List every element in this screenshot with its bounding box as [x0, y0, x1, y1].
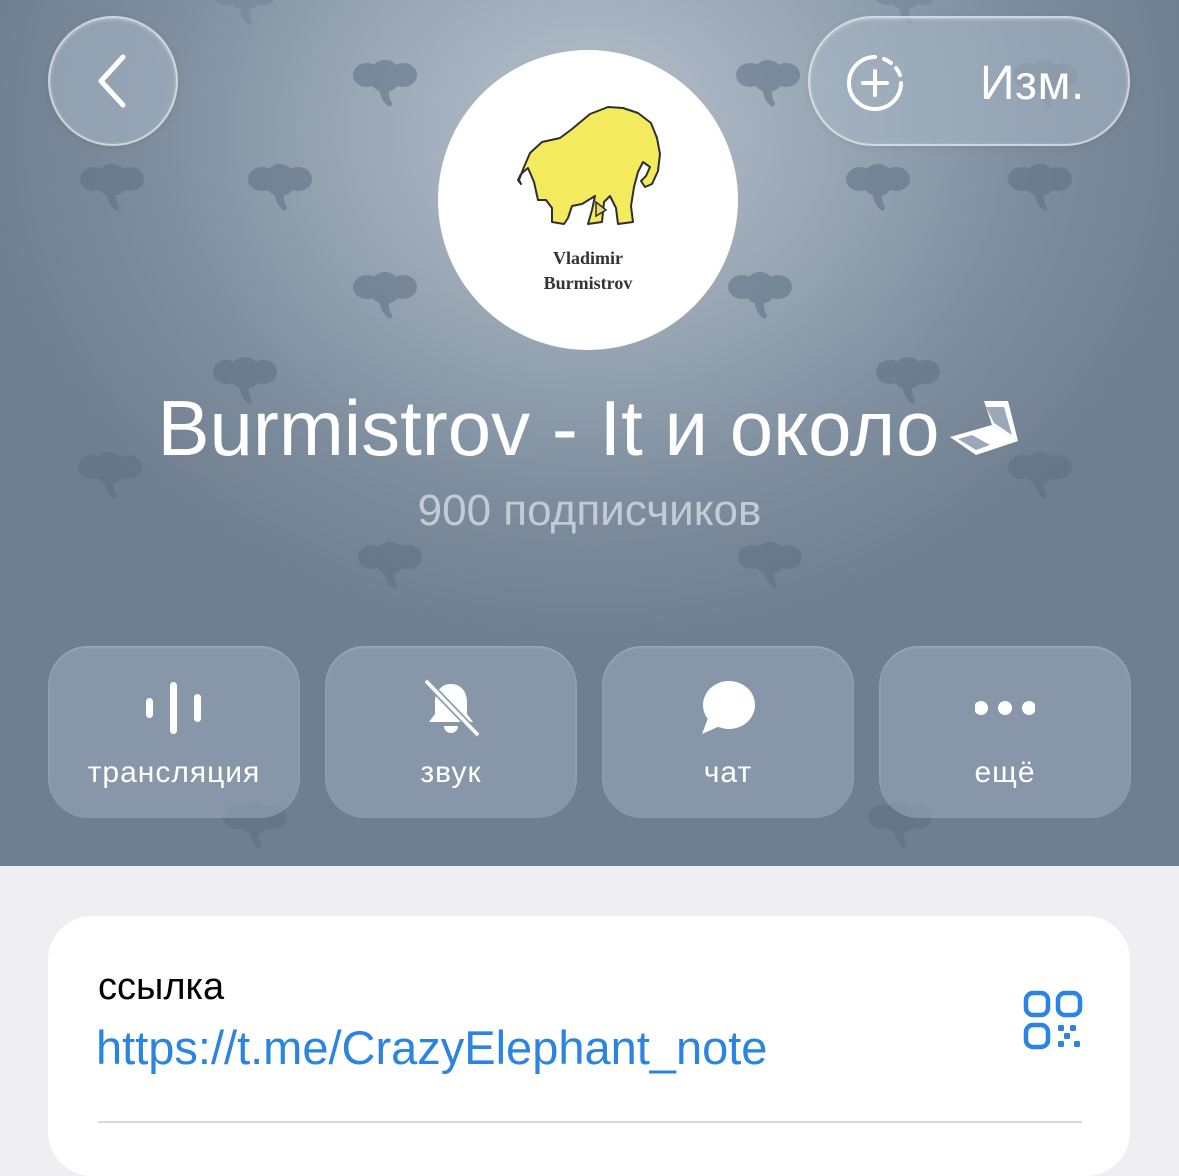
- channel-title: Burmistrov - It и около: [0, 383, 1179, 474]
- back-button[interactable]: [48, 16, 178, 146]
- avatar-text-line1: Vladimir: [553, 248, 623, 268]
- more-label: ещё: [974, 756, 1036, 789]
- card-divider: [98, 1121, 1082, 1123]
- sound-button[interactable]: звук: [325, 646, 577, 818]
- laptop-emoji-icon: [949, 401, 1018, 455]
- qr-code-icon[interactable]: [1023, 990, 1083, 1050]
- more-dots-icon: [975, 701, 1035, 715]
- edit-label: Изм.: [980, 57, 1085, 110]
- live-stream-label: трансляция: [87, 756, 261, 789]
- subscriber-count: 900 подписчиков: [417, 486, 762, 535]
- profile-header: Изм. Vladimir Burmistrov Burmistrov - It…: [0, 0, 1179, 866]
- link-label: ссылка: [98, 966, 225, 1008]
- live-stream-icon: [146, 682, 201, 734]
- mammoth-logo: [517, 106, 661, 225]
- chat-label: чат: [703, 756, 753, 789]
- channel-title-text: Burmistrov - It и около: [157, 384, 940, 472]
- link-card: ссылка https://t.me/CrazyElephant_note: [48, 916, 1130, 1176]
- chevron-left-icon: [98, 54, 126, 108]
- more-button[interactable]: ещё: [879, 646, 1131, 818]
- sound-label: звук: [420, 756, 482, 789]
- chat-button[interactable]: чат: [602, 646, 854, 818]
- live-stream-button[interactable]: трансляция: [48, 646, 300, 818]
- avatar-text-line2: Burmistrov: [543, 273, 633, 293]
- edit-button[interactable]: Изм.: [808, 16, 1130, 146]
- bell-muted-icon: [423, 678, 481, 738]
- channel-link[interactable]: https://t.me/CrazyElephant_note: [96, 1020, 767, 1075]
- add-story-icon: [847, 55, 903, 111]
- channel-avatar[interactable]: Vladimir Burmistrov: [438, 50, 738, 350]
- chat-bubble-icon: [702, 681, 755, 734]
